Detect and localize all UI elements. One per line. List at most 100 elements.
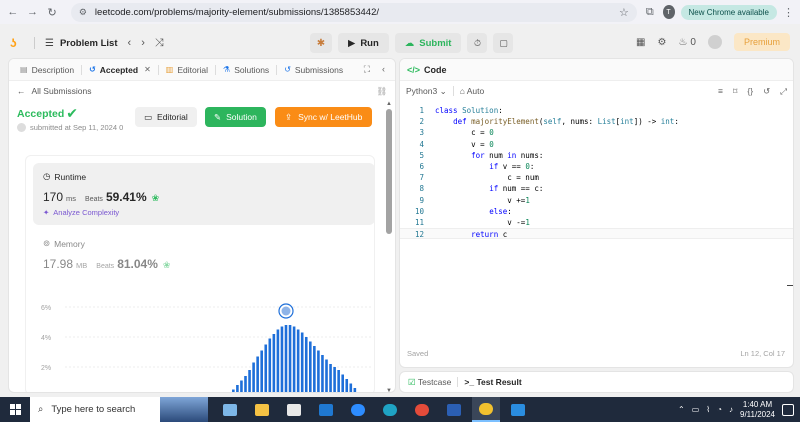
- sync-leethub-button[interactable]: ⇪ Sync w/ LeetHub: [275, 107, 373, 127]
- analyze-complexity-link[interactable]: ✦ Analyze Complexity: [43, 208, 365, 217]
- code-line[interactable]: 12 return c: [400, 228, 793, 240]
- distribution-bar[interactable]: [268, 338, 272, 394]
- distribution-bar[interactable]: [280, 326, 284, 394]
- tab-description[interactable]: ▤ Description: [15, 65, 79, 75]
- memory-card[interactable]: ⊚ Memory 17.98 MB Beats 81.04% ❀: [43, 238, 170, 271]
- user-avatar[interactable]: [707, 35, 722, 49]
- braces-icon[interactable]: {}: [747, 86, 753, 97]
- distribution-bar[interactable]: [337, 370, 340, 393]
- volume-icon[interactable]: ♪: [729, 405, 733, 414]
- code-line[interactable]: 6 if v == 0:: [400, 161, 793, 172]
- distribution-bar[interactable]: [260, 350, 263, 394]
- distribution-bar[interactable]: [284, 325, 288, 393]
- debug-button[interactable]: ✱: [310, 33, 332, 53]
- distribution-bar[interactable]: [292, 326, 296, 394]
- scroll-down-icon[interactable]: ▼: [386, 388, 392, 392]
- distribution-bar[interactable]: [288, 325, 292, 393]
- start-button[interactable]: [0, 397, 30, 422]
- distribution-bar[interactable]: [232, 389, 235, 394]
- code-line[interactable]: 7 c = num: [400, 172, 793, 183]
- app-icon-word[interactable]: [440, 397, 468, 422]
- distribution-bar[interactable]: [252, 362, 255, 394]
- auto-mode-toggle[interactable]: ⌂ Auto: [460, 86, 485, 96]
- app-icon-store[interactable]: [280, 397, 308, 422]
- test-result-tab[interactable]: >_ Test Result: [464, 377, 521, 387]
- maximize-icon[interactable]: ⛶: [364, 64, 370, 75]
- bookmark-star-icon[interactable]: ☆: [619, 6, 629, 19]
- code-line[interactable]: 9 v +=1: [400, 195, 793, 206]
- distribution-bar[interactable]: [236, 385, 239, 393]
- distribution-bar[interactable]: [272, 334, 276, 393]
- problem-list-link[interactable]: ☰ Problem List: [45, 38, 118, 49]
- solution-button[interactable]: ✎ Solution: [205, 107, 266, 127]
- next-problem-icon[interactable]: ›: [141, 37, 145, 49]
- distribution-bar[interactable]: [309, 341, 312, 394]
- left-scrollbar[interactable]: ▲ ▼: [386, 101, 392, 392]
- tab-submissions[interactable]: ↺ Submissions: [279, 65, 348, 75]
- distribution-bar[interactable]: [333, 367, 336, 393]
- code-line[interactable]: 3 c = 0: [400, 127, 793, 138]
- scroll-up-icon[interactable]: ▲: [386, 101, 392, 107]
- all-submissions-link[interactable]: ← All Submissions ⛓: [9, 81, 395, 101]
- distribution-bar[interactable]: [353, 388, 357, 393]
- prev-problem-icon[interactable]: ‹: [128, 37, 132, 49]
- distribution-bar[interactable]: [300, 332, 304, 394]
- close-tab-icon[interactable]: ✕: [144, 65, 151, 74]
- extensions-puzzle-icon[interactable]: ⧉: [643, 4, 657, 20]
- distribution-bar[interactable]: [321, 355, 324, 393]
- chevron-up-icon[interactable]: ⌃: [678, 405, 685, 414]
- shuffle-icon[interactable]: ⤨: [155, 37, 164, 50]
- tab-solutions[interactable]: ⚗ Solutions: [218, 65, 274, 75]
- app-icon-vscode[interactable]: [504, 397, 532, 422]
- streak-counter[interactable]: ♨ 0: [678, 37, 696, 48]
- settings-gear-icon[interactable]: ⚙: [657, 37, 666, 48]
- taskbar-search[interactable]: ⌕ Type here to search: [30, 397, 208, 422]
- back-arrow-icon[interactable]: ←: [6, 4, 20, 20]
- distribution-bar[interactable]: [264, 344, 268, 394]
- distribution-bar[interactable]: [349, 383, 353, 394]
- app-icon-mail[interactable]: [312, 397, 340, 422]
- display-icon[interactable]: ▭: [692, 405, 700, 414]
- editorial-button[interactable]: ▭ Editorial: [135, 107, 197, 127]
- code-editor[interactable]: 1 class Solution: 2 def majorityElement(se…: [400, 105, 793, 240]
- distribution-bar[interactable]: [240, 380, 243, 394]
- timer-icon[interactable]: ⏱: [467, 33, 488, 53]
- reload-icon[interactable]: ↻: [45, 4, 59, 20]
- distribution-bar[interactable]: [304, 337, 308, 393]
- scroll-thumb[interactable]: [386, 109, 392, 234]
- distribution-bar[interactable]: [345, 379, 349, 393]
- bookmark-icon[interactable]: ⌑: [733, 86, 737, 97]
- profile-avatar[interactable]: T: [662, 5, 675, 19]
- resize-handle[interactable]: [787, 285, 793, 286]
- leetcode-logo-icon[interactable]: ʖ: [10, 36, 24, 50]
- testcase-tab[interactable]: ☑ Testcase: [408, 377, 451, 388]
- expand-icon[interactable]: ⤢: [780, 86, 787, 97]
- forward-arrow-icon[interactable]: →: [26, 4, 40, 20]
- app-icon-notepad[interactable]: [216, 397, 244, 422]
- code-line[interactable]: 10 else:: [400, 206, 793, 217]
- app-icon-file-explorer[interactable]: [248, 397, 276, 422]
- chrome-update-button[interactable]: New Chrome available: [680, 4, 777, 20]
- site-info-icon[interactable]: ⚙: [79, 7, 89, 17]
- run-button[interactable]: ▶ Run: [338, 33, 389, 53]
- network-icon[interactable]: ⌇: [706, 405, 710, 414]
- distribution-bar[interactable]: [313, 346, 316, 393]
- collapse-panel-icon[interactable]: ‹: [382, 64, 385, 75]
- distribution-bar[interactable]: [317, 350, 320, 394]
- address-bar[interactable]: ⚙ leetcode.com/problems/majority-element…: [70, 2, 637, 22]
- code-line[interactable]: 2 def majorityElement(self, nums: List[i…: [400, 116, 793, 127]
- code-line[interactable]: 4 v = 0: [400, 139, 793, 150]
- distribution-bar[interactable]: [296, 329, 300, 394]
- distribution-bar[interactable]: [329, 364, 332, 393]
- distribution-bar[interactable]: [228, 393, 231, 394]
- notification-icon[interactable]: [782, 403, 794, 416]
- tab-editorial[interactable]: ▥ Editorial: [161, 65, 213, 75]
- distribution-bar[interactable]: [341, 374, 344, 394]
- notes-icon[interactable]: ▢: [493, 33, 514, 53]
- app-icon-chrome[interactable]: [472, 397, 500, 422]
- distribution-bar[interactable]: [276, 329, 280, 394]
- code-line[interactable]: 8 if num == c:: [400, 183, 793, 194]
- distribution-bar[interactable]: [325, 359, 328, 394]
- chrome-menu-icon[interactable]: ⋮: [783, 6, 794, 19]
- runtime-card[interactable]: ◷ Runtime 170 ms Beats 59.41% ❀ ✦ Analyz…: [33, 163, 375, 225]
